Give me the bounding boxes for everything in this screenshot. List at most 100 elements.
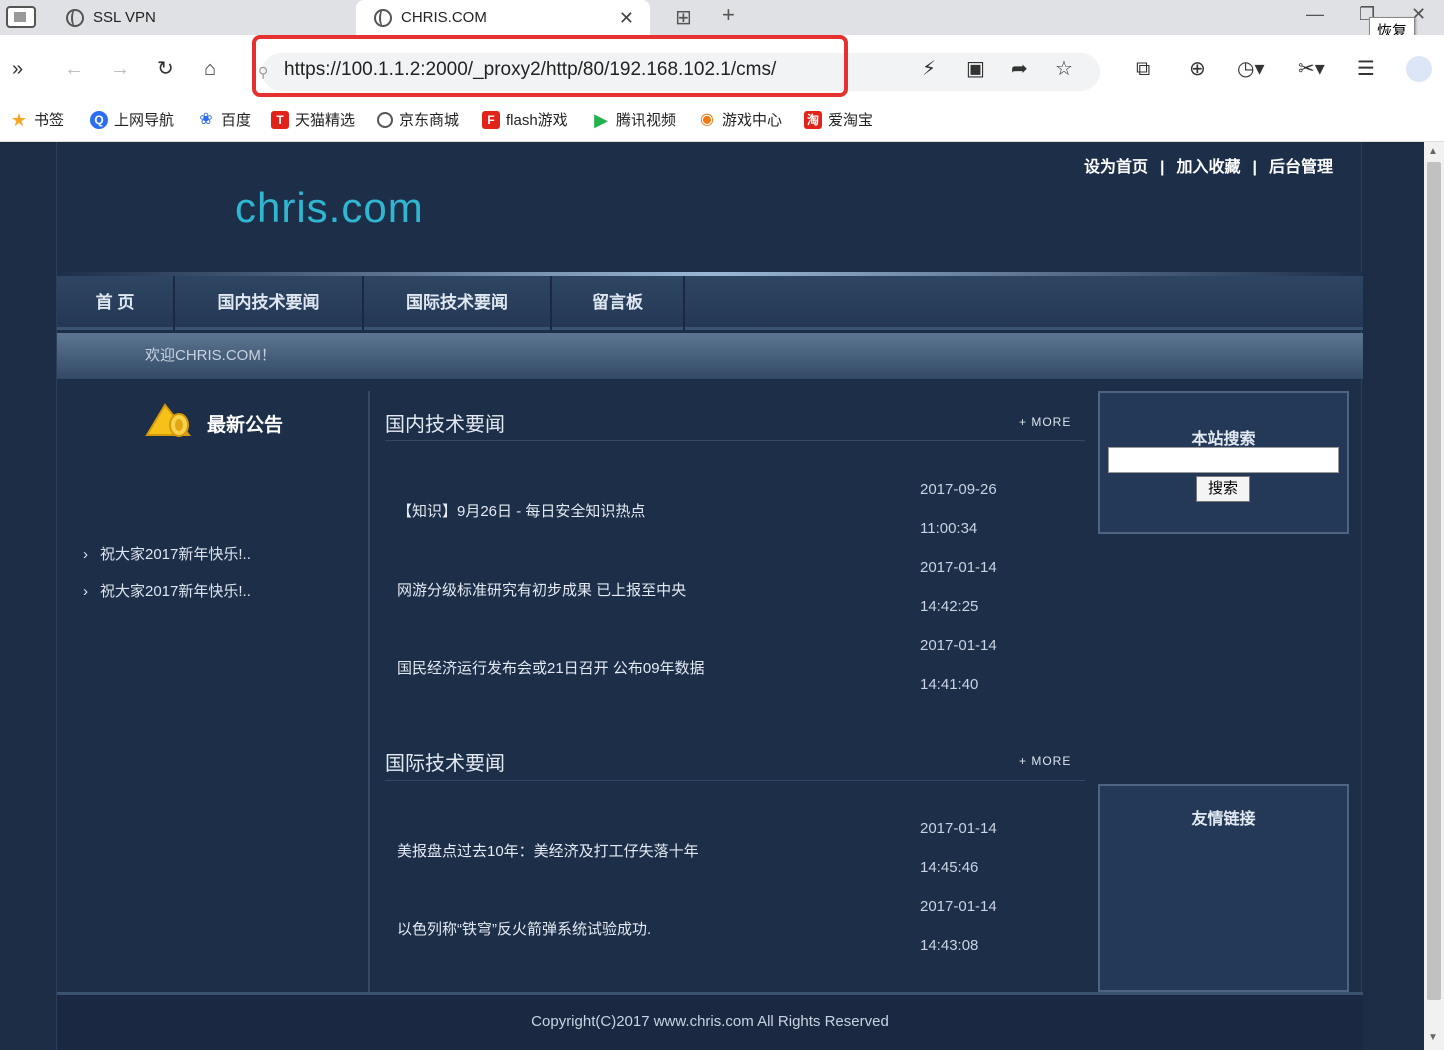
bookmark-item[interactable]: ▶ 腾讯视频 (592, 109, 676, 130)
play-icon: ▶ (594, 109, 608, 130)
favorite-star-icon[interactable]: ☆ (1055, 57, 1073, 81)
globe-icon (377, 111, 393, 128)
news-date: 2017-01-14 (920, 820, 997, 837)
search-button[interactable]: 搜索 (1196, 476, 1250, 502)
news-item[interactable]: 以色列称“铁穹”反火箭弹系统试验成功. (397, 918, 651, 939)
nav-international[interactable]: 国际技术要闻 (364, 276, 552, 330)
tab-bar: SSL VPN CHRIS.COM ✕ ⊞ + — ❐ ✕ 恢复 (0, 0, 1444, 43)
reload-icon[interactable]: ↻ (157, 57, 174, 81)
copyright-text: Copyright(C)2017 www.chris.com All Right… (531, 1013, 889, 1030)
welcome-banner: 欢迎CHRIS.COM！ (57, 333, 1363, 379)
news-time: 14:43:08 (920, 937, 979, 954)
domestic-more-link[interactable]: + MORE (1019, 415, 1071, 429)
news-date: 2017-09-26 (920, 481, 997, 498)
top-links: 设为首页 | 加入收藏 | 后台管理 (1078, 153, 1339, 177)
add-favorite-link[interactable]: 加入收藏 (1176, 159, 1240, 176)
bookmark-item[interactable]: T 天猫精选 (271, 109, 355, 130)
lightning-icon[interactable]: ⚡ (922, 57, 936, 81)
history-icon[interactable]: ◷▾ (1237, 57, 1265, 81)
tab-manager-icon[interactable]: ⊞ (675, 5, 692, 30)
nav-domestic[interactable]: 国内技术要闻 (175, 276, 364, 330)
new-tab-icon[interactable]: + (722, 2, 735, 28)
tmall-icon: T (271, 110, 289, 129)
close-tab-icon[interactable]: ✕ (619, 8, 634, 29)
download-icon[interactable]: ⊕ (1189, 57, 1206, 81)
set-homepage-link[interactable]: 设为首页 (1084, 159, 1148, 176)
bookmark-item[interactable]: Q 上网导航 (90, 109, 174, 130)
screenshot-icon[interactable]: ✂▾ (1298, 57, 1325, 81)
nav-icon: Q (90, 110, 108, 129)
baidu-paw-icon: ❀ (199, 110, 213, 128)
globe-icon (66, 8, 84, 27)
scroll-down-icon[interactable]: ▼ (1428, 1032, 1438, 1043)
browser-toolbar: » ← → ↻ ⌂ ⚲ https://100.1.1.2:2000/_prox… (0, 35, 1444, 100)
notice-item[interactable]: 祝大家2017新年快乐!.. (83, 580, 251, 601)
divider (385, 780, 1085, 781)
site-container: 设为首页 | 加入收藏 | 后台管理 chris.com 首 页 国内技术要闻 国际技术… (56, 142, 1363, 1050)
share-icon[interactable]: ➦ (1011, 57, 1028, 81)
extension-icon[interactable]: ⧉ (1136, 57, 1150, 81)
bookmark-item[interactable]: Fflash游戏 (482, 109, 568, 130)
web-page: 设为首页 | 加入收藏 | 后台管理 chris.com 首 页 国内技术要闻 国际技术… (0, 142, 1424, 1050)
international-more-link[interactable]: + MORE (1019, 754, 1071, 768)
news-date: 2017-01-14 (920, 898, 997, 915)
bookmark-item[interactable]: ★ 书签 (10, 109, 64, 130)
notice-column: 最新公告 祝大家2017新年快乐!.. 祝大家2017新年快乐!.. (57, 391, 370, 995)
footer: Copyright(C)2017 www.chris.com All Right… (57, 995, 1363, 1050)
forward-icon[interactable]: → (110, 57, 130, 81)
nav-guestbook[interactable]: 留言板 (552, 276, 685, 330)
search-input[interactable] (1108, 447, 1339, 473)
news-item[interactable]: 【知识】9月26日 - 每日安全知识热点 (397, 500, 645, 521)
avatar-icon[interactable] (1406, 56, 1432, 82)
news-time: 11:00:34 (920, 520, 978, 537)
international-section-title[interactable]: 国际技术要闻 (385, 747, 505, 776)
taobao-icon: 淘 (804, 110, 822, 129)
bookmark-item[interactable]: 京东商城 (377, 109, 459, 130)
sidebar-toggle-icon[interactable]: » (12, 57, 23, 81)
news-date: 2017-01-14 (920, 559, 997, 576)
scroll-up-icon[interactable]: ▲ (1428, 146, 1438, 157)
news-time: 14:41:40 (920, 676, 979, 693)
globe-icon (374, 8, 392, 27)
bookmark-item[interactable]: 淘爱淘宝 (804, 109, 873, 130)
separator: | (1160, 159, 1165, 176)
bookmark-item[interactable]: ◉ 游戏中心 (698, 109, 782, 130)
admin-link[interactable]: 后台管理 (1269, 159, 1333, 176)
separator: | (1252, 159, 1257, 176)
search-panel-title: 本站搜索 (1191, 431, 1256, 448)
bookmark-item[interactable]: ❀ 百度 (197, 109, 251, 130)
menu-icon[interactable]: ☰ (1357, 57, 1375, 81)
tab-chris-com[interactable]: CHRIS.COM ✕ (356, 0, 650, 35)
news-item[interactable]: 美报盘点过去10年：美经济及打工仔失落十年 (397, 840, 699, 861)
notice-item[interactable]: 祝大家2017新年快乐!.. (83, 543, 251, 564)
links-panel: 友情链接 (1098, 784, 1349, 992)
notice-title: 最新公告 (207, 415, 284, 436)
domestic-section-title[interactable]: 国内技术要闻 (385, 408, 505, 437)
url-highlight-box (252, 35, 848, 97)
gamepad-icon: ◉ (700, 110, 714, 128)
tab-ssl-vpn[interactable]: SSL VPN (0, 0, 352, 35)
scrollbar[interactable]: ▲ ▼ (1424, 142, 1444, 1050)
nav-home[interactable]: 首 页 (57, 276, 175, 330)
divider (385, 440, 1085, 441)
bookmarks-bar: ★ 书签 Q 上网导航 ❀ 百度 T 天猫精选 京东商城 Fflash游戏 ▶ 腾讯视频 … (0, 100, 1444, 142)
news-date: 2017-01-14 (920, 637, 997, 654)
reader-icon[interactable]: ▣ (966, 57, 985, 81)
megaphone-icon (145, 403, 192, 437)
flash-icon: F (482, 110, 500, 129)
links-panel-title: 友情链接 (1191, 811, 1256, 828)
site-logo[interactable]: chris.com (235, 184, 424, 232)
tab-label: CHRIS.COM (401, 9, 487, 26)
news-item[interactable]: 国民经济运行发布会或21日召开 公布09年数据 (397, 657, 705, 678)
back-icon[interactable]: ← (64, 57, 84, 81)
main-nav: 首 页 国内技术要闻 国际技术要闻 留言板 (57, 276, 1363, 330)
search-panel: 本站搜索 搜索 (1098, 391, 1349, 534)
news-time: 14:42:25 (920, 598, 979, 615)
star-icon: ★ (10, 109, 28, 130)
minimize-icon[interactable]: — (1306, 4, 1324, 25)
home-icon[interactable]: ⌂ (204, 57, 216, 81)
scroll-thumb[interactable] (1427, 162, 1441, 1000)
tab-label: SSL VPN (93, 9, 156, 26)
news-item[interactable]: 网游分级标准研究有初步成果 已上报至中央 (397, 579, 686, 600)
news-time: 14:45:46 (920, 859, 979, 876)
